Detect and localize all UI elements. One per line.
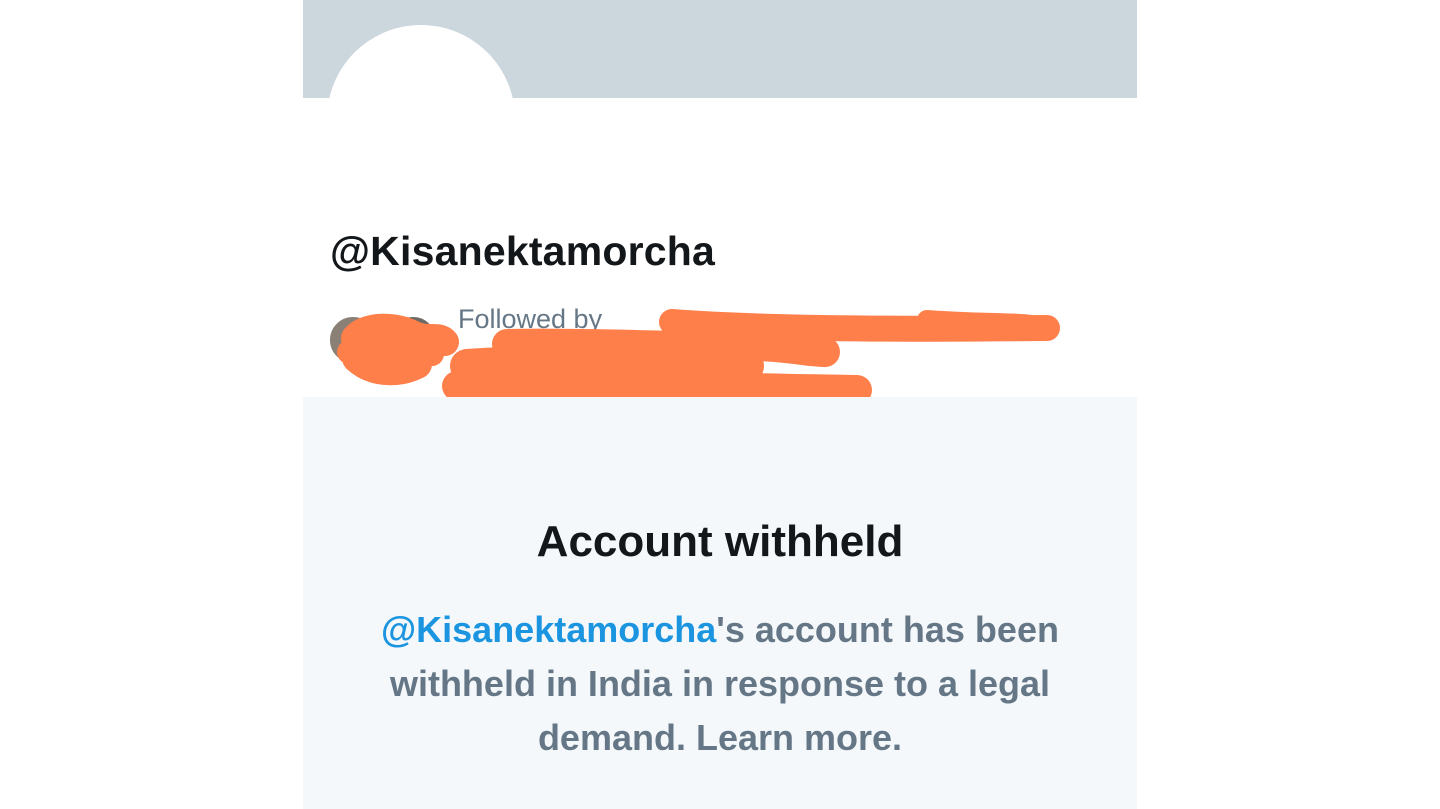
withheld-handle-link[interactable]: @Kisanektamorcha [381,609,716,650]
followed-by-section[interactable]: Followed by , [327,302,1067,405]
withheld-message: @Kisanektamorcha's account has been with… [358,603,1082,765]
page: @Kisanektamorcha Followed by , Account w… [0,0,1440,809]
redaction-scribble [337,309,1060,405]
withheld-notice: Account withheld @Kisanektamorcha's acco… [303,397,1137,809]
profile-handle: @Kisanektamorcha [330,228,715,274]
profile-panel: @Kisanektamorcha Followed by , Account w… [303,0,1137,809]
withheld-title: Account withheld [536,517,904,566]
learn-more-link[interactable]: Learn more. [696,717,902,758]
profile-avatar[interactable] [327,25,515,213]
